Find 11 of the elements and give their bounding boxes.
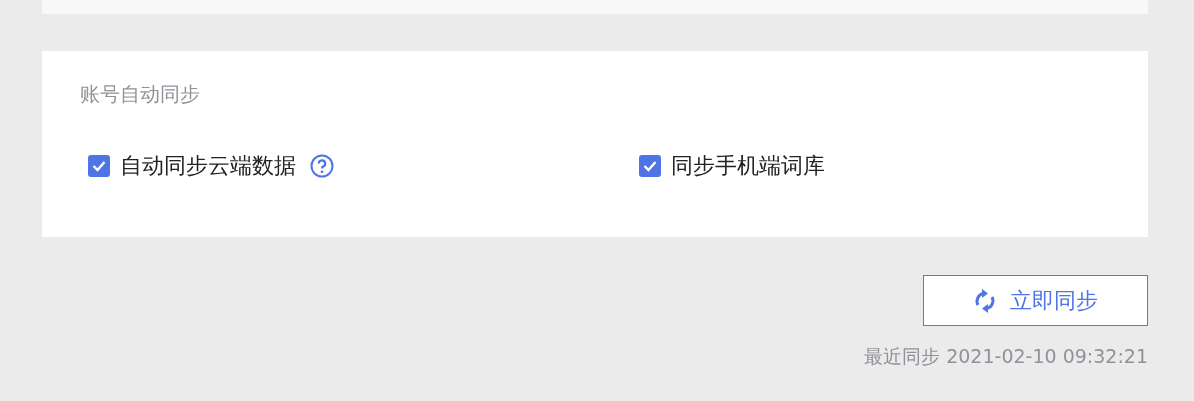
sync-button[interactable]: 立即同步 xyxy=(923,275,1148,326)
checkbox-label[interactable]: 自动同步云端数据 xyxy=(120,149,296,182)
checkbox[interactable] xyxy=(88,154,110,177)
checkbox[interactable] xyxy=(639,154,661,177)
checkmark-icon xyxy=(92,159,106,172)
help-icon[interactable] xyxy=(310,153,334,178)
refresh-icon xyxy=(973,287,996,314)
checkbox-label[interactable]: 同步手机端词库 xyxy=(671,149,825,182)
checkmark-icon xyxy=(643,159,657,172)
last-sync-text: 最近同步 2021-02-10 09:32:21 xyxy=(863,344,1148,369)
section-title: 账号自动同步 xyxy=(80,81,201,108)
